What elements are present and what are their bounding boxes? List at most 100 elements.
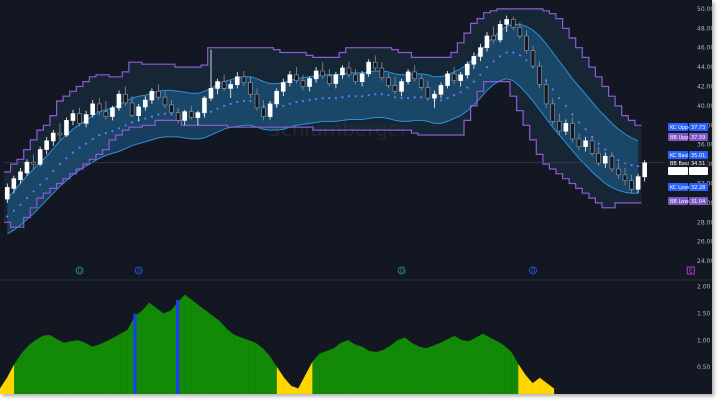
candle-body (596, 153, 601, 164)
basis-dot (393, 96, 397, 99)
candle-body (570, 123, 575, 140)
basis-dot (19, 203, 22, 206)
oscillator-area-segment (397, 337, 405, 394)
candle-body (537, 65, 542, 85)
candle-body (405, 71, 411, 82)
oscillator-area-segment (234, 334, 242, 394)
price-tick-label: 42.00 (697, 84, 712, 91)
basis-dot (315, 98, 318, 101)
candle[interactable] (642, 160, 647, 182)
candle[interactable] (445, 71, 450, 89)
candle[interactable] (267, 101, 273, 120)
event-marker[interactable]: D (529, 266, 537, 275)
price-tick-label: 44.00 (697, 64, 712, 71)
basis-dot (472, 80, 475, 83)
oscillator-area-segment (191, 299, 200, 394)
price-tag-label: BB Basis (670, 161, 692, 167)
price-tick-label: 50.00 (697, 6, 712, 13)
oscillator-area-segment (77, 340, 86, 394)
oscillator-area-segment (184, 294, 192, 394)
oscillator-area-segment (362, 346, 370, 394)
event-marker-label: D (78, 269, 82, 275)
basis-dot (485, 66, 489, 69)
basis-dot (439, 99, 443, 102)
candle-body (83, 114, 89, 124)
price-tag: KC Basis 35.01 (668, 151, 708, 159)
oscillator-area-segment (14, 353, 22, 394)
oscillator-area-segment (390, 339, 398, 394)
basis-dot (518, 54, 522, 57)
basis-dot (52, 169, 55, 172)
price-tag-value: 37.59 (691, 135, 705, 141)
basis-dot (98, 133, 101, 137)
oscillator-area-segment (546, 383, 555, 394)
candle-body (478, 47, 483, 57)
event-marker[interactable]: D (134, 266, 143, 275)
basis-dot (499, 55, 502, 58)
oscillator-area-segment (0, 377, 8, 394)
oscillator-area-segment (248, 340, 256, 394)
event-marker[interactable]: D (75, 266, 84, 275)
candle[interactable] (64, 117, 69, 137)
candle-body (241, 76, 247, 83)
basis-dot (604, 148, 607, 151)
oscillator-area-segment (120, 329, 128, 394)
oscillator-tick-label: 1.00 (697, 337, 711, 344)
oscillator-area-segment (35, 335, 43, 394)
basis-dot (242, 99, 245, 103)
basis-dot (12, 209, 15, 212)
candle-body (609, 155, 615, 170)
price-tick-label: 46.00 (697, 45, 712, 52)
chart-canvas: Schlumberger 50.0048.0046.0044.0042.0040… (0, 6, 712, 394)
basis-dot (32, 190, 35, 193)
candle-body (313, 70, 319, 80)
candle-body (280, 82, 286, 92)
oscillator-area-segment (497, 341, 505, 394)
price-tag: KC Lower32.28 (668, 183, 708, 191)
oscillator-area-segment (255, 342, 263, 394)
price-tick-label: 24.00 (697, 258, 712, 265)
candle[interactable] (37, 146, 43, 167)
event-marker[interactable]: D (397, 266, 406, 275)
candle-body (524, 35, 529, 51)
basis-dot (157, 113, 160, 116)
candle-body (635, 176, 641, 190)
basis-dot (71, 151, 75, 154)
oscillator-area-segment (85, 342, 93, 394)
oscillator-area-segment (354, 344, 363, 394)
candle-body (215, 81, 220, 89)
candle-body (4, 187, 10, 200)
oscillator-area-segment (106, 337, 114, 394)
candle-body (142, 99, 148, 108)
price-tag: KC Upper37.73 (668, 123, 708, 131)
basis-dot (630, 164, 633, 167)
candle-body (320, 70, 325, 77)
candle-body (234, 76, 240, 85)
candle-body (622, 174, 628, 181)
candle-body (18, 171, 23, 181)
price-tag-value: 34.51 (691, 161, 705, 167)
candle-body (202, 97, 207, 114)
event-marker[interactable]: E (686, 266, 695, 275)
candle[interactable] (274, 88, 279, 107)
oscillator-area-segment (156, 307, 164, 394)
candle-body (254, 93, 260, 109)
price-tick-label: 40.00 (697, 103, 712, 110)
oscillator-area-segment (28, 339, 36, 394)
basis-dot (282, 104, 285, 107)
oscillator-area-segment (340, 340, 349, 394)
basis-dot (564, 104, 568, 107)
event-markers[interactable]: DDDDE (75, 266, 695, 275)
oscillator-tick-label: 1.50 (697, 311, 711, 318)
oscillator-pane: 2.00 1.50 1.00 0.50 (0, 279, 712, 394)
oscillator-area-segment (532, 377, 540, 394)
candle-body (602, 155, 608, 164)
price-tag-value: 35.01 (691, 153, 705, 159)
basis-dot (124, 124, 127, 127)
candle-body (497, 24, 503, 41)
oscillator-area-segment (440, 339, 448, 394)
price-tick-label: 28.00 (697, 219, 712, 226)
oscillator-area-segment (518, 364, 526, 394)
basis-dot (512, 51, 515, 54)
oscillator-area-segment (227, 329, 235, 394)
